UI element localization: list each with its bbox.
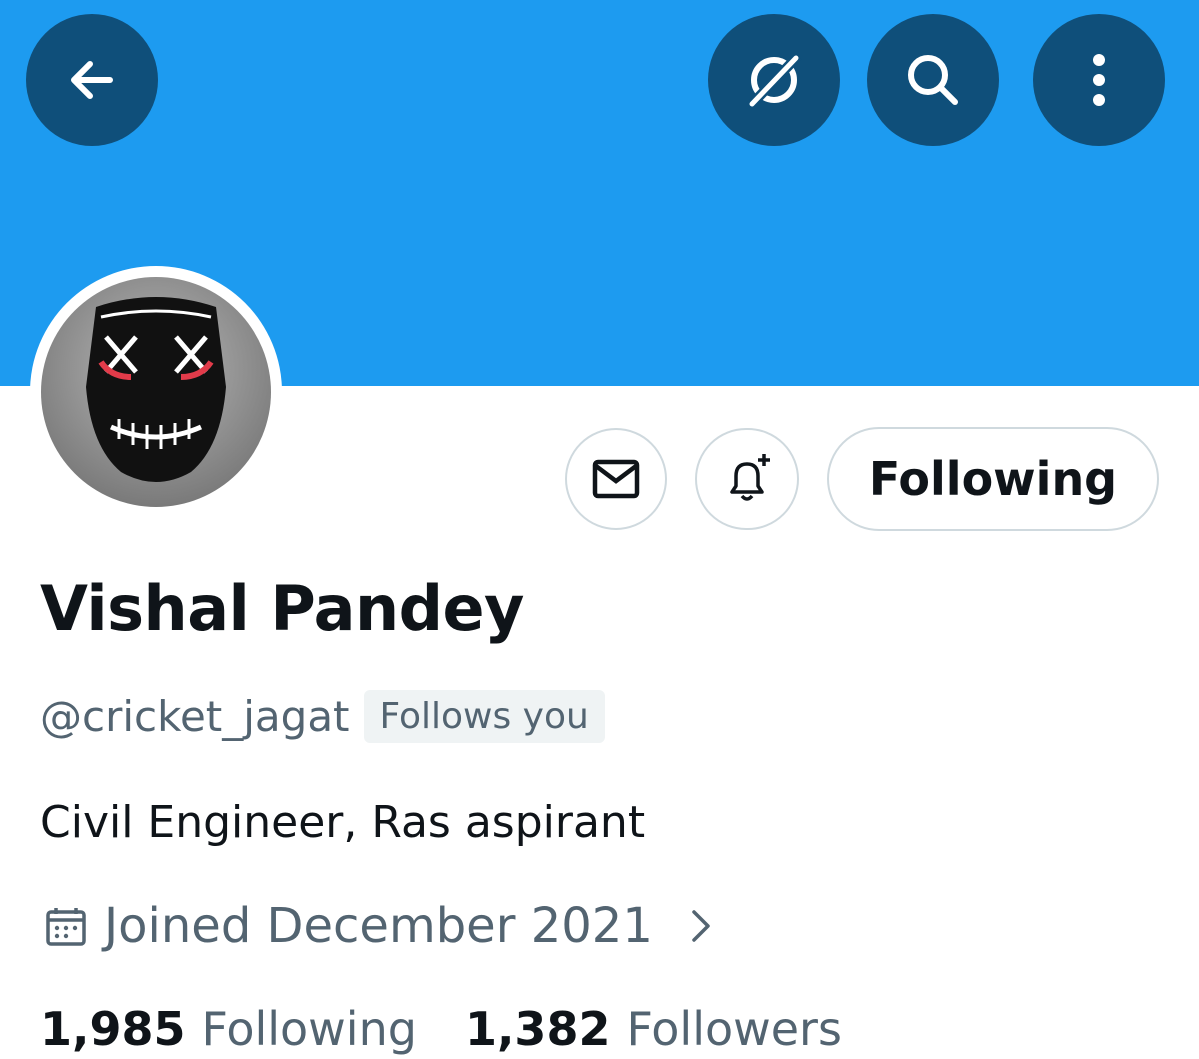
joined-row[interactable]: Joined December 2021 bbox=[44, 898, 723, 954]
grok-icon bbox=[746, 52, 802, 110]
followers-stat[interactable]: 1,382 Followers bbox=[465, 1002, 842, 1056]
avatar-frame bbox=[30, 266, 282, 518]
profile-bio: Civil Engineer, Ras aspirant bbox=[40, 797, 646, 848]
grok-button[interactable] bbox=[708, 14, 840, 146]
more-vertical-icon bbox=[1093, 54, 1105, 106]
followers-count: 1,382 bbox=[464, 1002, 611, 1056]
bell-plus-icon bbox=[730, 454, 770, 501]
chevron-right-icon bbox=[692, 910, 710, 942]
profile-stats: 1,985 Following 1,382 Followers bbox=[40, 1002, 842, 1056]
search-icon bbox=[908, 55, 958, 105]
arrow-left-icon bbox=[71, 61, 113, 99]
search-button[interactable] bbox=[867, 14, 999, 146]
display-name: Vishal Pandey bbox=[40, 572, 524, 645]
handle-row: @cricket_jagat Follows you bbox=[40, 690, 605, 743]
back-button[interactable] bbox=[26, 14, 158, 146]
mask-avatar-image bbox=[41, 277, 271, 507]
following-button[interactable]: Following bbox=[827, 427, 1159, 531]
more-options-button[interactable] bbox=[1033, 14, 1165, 146]
followers-label: Followers bbox=[626, 1002, 842, 1056]
notifications-button[interactable] bbox=[695, 428, 799, 530]
mail-icon bbox=[592, 459, 640, 499]
avatar[interactable] bbox=[41, 277, 271, 507]
following-count: 1,985 bbox=[40, 1002, 186, 1056]
following-button-label: Following bbox=[868, 452, 1118, 506]
joined-date: Joined December 2021 bbox=[104, 898, 653, 954]
following-stat[interactable]: 1,985 Following bbox=[40, 1002, 417, 1056]
message-button[interactable] bbox=[565, 428, 667, 530]
following-label: Following bbox=[201, 1002, 417, 1056]
user-handle: @cricket_jagat bbox=[40, 692, 350, 741]
follows-you-badge: Follows you bbox=[363, 690, 605, 743]
calendar-icon bbox=[46, 908, 86, 946]
